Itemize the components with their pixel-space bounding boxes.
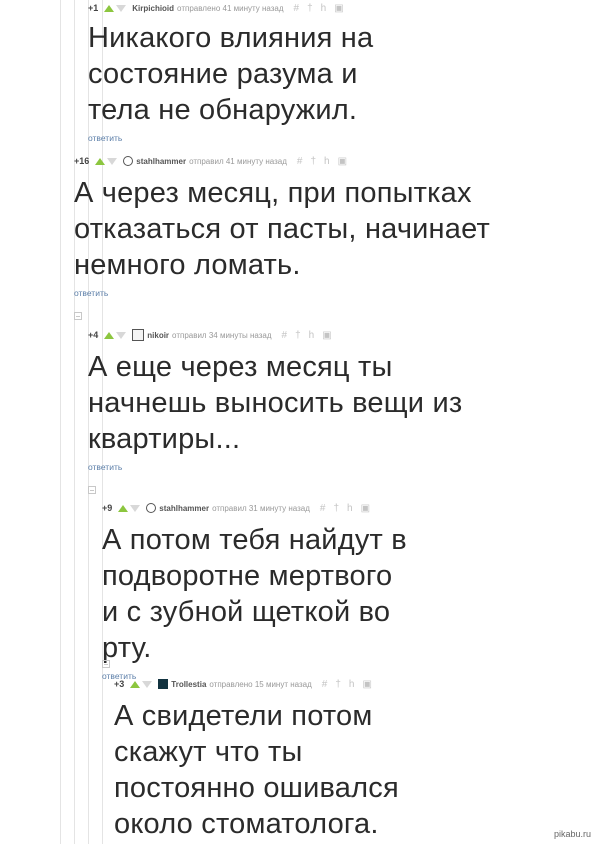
avatar[interactable] <box>146 503 157 513</box>
comment: +16 stahlhammer отправил 41 минуту назад… <box>0 153 592 301</box>
save-icon[interactable]: ▣ <box>338 156 347 167</box>
branch-icon[interactable]: h <box>347 503 353 514</box>
upvote-icon[interactable] <box>104 4 115 12</box>
save-icon[interactable]: ▣ <box>362 679 371 690</box>
comment-time: отправил 31 минуту назад <box>212 503 310 513</box>
upvote-icon[interactable] <box>118 504 129 512</box>
upvote-icon[interactable] <box>95 157 106 165</box>
downvote-icon[interactable] <box>142 680 153 688</box>
comment: +4 nikoir отправил 34 минуты назад # † h ▣ … <box>0 327 592 475</box>
upvote-icon[interactable] <box>130 680 141 688</box>
dagger-icon[interactable]: † <box>335 679 341 690</box>
avatar[interactable] <box>158 679 169 689</box>
collapse-toggle[interactable] <box>88 486 96 494</box>
hash-icon[interactable]: # <box>322 679 328 690</box>
comment-text: А потом тебя найдут в подворотне мертвог… <box>102 524 407 664</box>
comment-header: +1 Kirpichioid отправлено 41 минуту наза… <box>88 0 592 16</box>
avatar[interactable] <box>132 329 145 341</box>
comment-text: Никакого влияния на состояние разума и т… <box>88 22 374 126</box>
branch-icon[interactable]: h <box>324 156 330 167</box>
dagger-icon[interactable]: † <box>333 503 339 514</box>
comment-time: отправил 34 минуты назад <box>172 330 272 340</box>
reply-link[interactable]: ответить <box>74 288 108 298</box>
dagger-icon[interactable]: † <box>295 330 301 341</box>
comment: +9 stahlhammer отправил 31 минуту назад … <box>0 500 592 684</box>
comment-score: +3 <box>114 679 125 689</box>
hash-icon[interactable]: # <box>320 503 326 514</box>
hash-icon[interactable]: # <box>294 3 300 14</box>
comment-time: отправил 41 минуту назад <box>189 156 287 166</box>
hash-icon[interactable]: # <box>297 156 303 167</box>
branch-icon[interactable]: h <box>349 679 355 690</box>
branch-icon[interactable]: h <box>321 3 327 14</box>
downvote-icon[interactable] <box>107 157 118 165</box>
comment-author[interactable]: stahlhammer <box>136 157 186 166</box>
comment-score: +4 <box>88 330 99 340</box>
comment-time: отправлено 15 минут назад <box>209 679 312 689</box>
comment-author[interactable]: Trollestia <box>171 680 206 689</box>
save-icon[interactable]: ▣ <box>322 330 331 341</box>
comment-header: +9 stahlhammer отправил 31 минуту назад … <box>102 500 592 516</box>
upvote-icon[interactable] <box>104 331 115 339</box>
comment-author[interactable]: stahlhammer <box>159 504 209 513</box>
comment-text: А еще через месяц ты начнешь выносить ве… <box>88 351 463 455</box>
downvote-icon[interactable] <box>130 504 141 512</box>
downvote-icon[interactable] <box>116 331 127 339</box>
save-icon[interactable]: ▣ <box>361 503 370 514</box>
watermark: pikabu.ru <box>550 828 594 840</box>
comment-header: +3 Trollestia отправлено 15 минут назад … <box>114 676 592 692</box>
comment-time: отправлено 41 минуту назад <box>177 3 284 13</box>
comment-header: +4 nikoir отправил 34 минуты назад # † h ▣ <box>88 327 592 343</box>
dagger-icon[interactable]: † <box>310 156 316 167</box>
comment-author[interactable]: nikoir <box>147 331 169 340</box>
reply-link[interactable]: ответить <box>88 133 122 143</box>
comment-text: А свидетели потом скажут что ты постоянн… <box>114 700 399 840</box>
hash-icon[interactable]: # <box>282 330 288 341</box>
comment-score: +1 <box>88 3 99 13</box>
save-icon[interactable]: ▣ <box>334 3 343 14</box>
comment-header: +16 stahlhammer отправил 41 минуту назад… <box>74 153 592 169</box>
comment: +3 Trollestia отправлено 15 минут назад … <box>0 676 592 842</box>
collapse-toggle[interactable] <box>74 312 82 320</box>
comment-score: +16 <box>74 156 90 166</box>
downvote-icon[interactable] <box>116 4 127 12</box>
comment: +1 Kirpichioid отправлено 41 минуту наза… <box>0 0 592 146</box>
collapse-toggle[interactable] <box>102 660 110 668</box>
dagger-icon[interactable]: † <box>307 3 313 14</box>
reply-link[interactable]: ответить <box>88 462 122 472</box>
avatar[interactable] <box>123 156 134 166</box>
comment-author[interactable]: Kirpichioid <box>132 4 174 13</box>
comment-score: +9 <box>102 503 113 513</box>
comment-text: А через месяц, при попытках отказаться о… <box>74 177 490 281</box>
branch-icon[interactable]: h <box>309 330 315 341</box>
